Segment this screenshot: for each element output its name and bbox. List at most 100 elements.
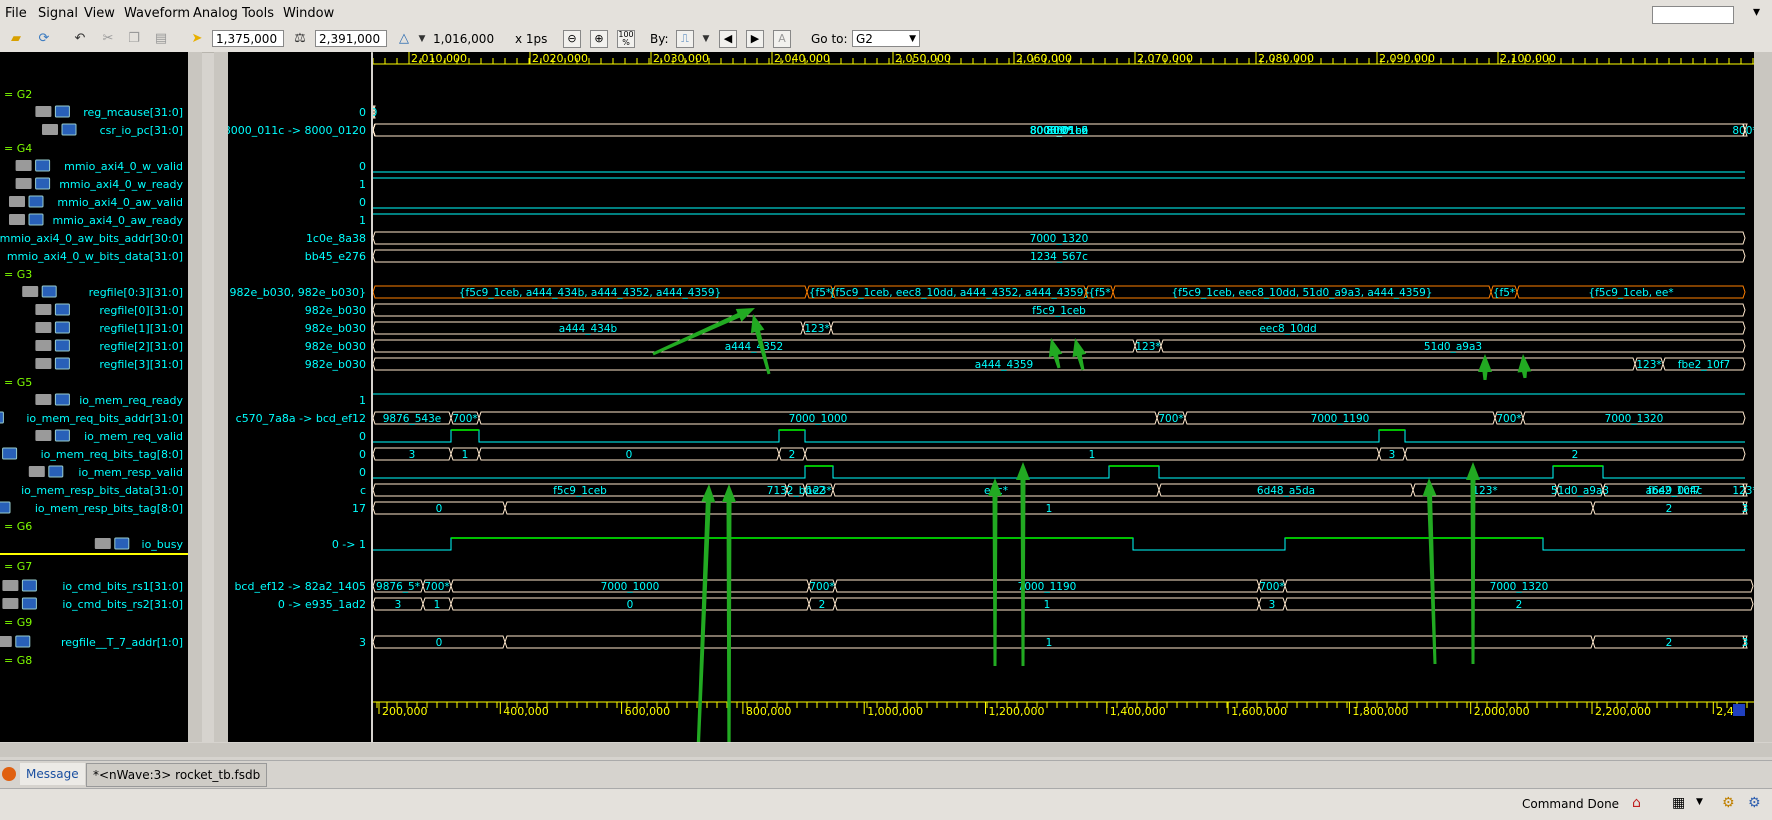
undo-icon[interactable]: ↶: [72, 31, 88, 47]
reload-icon[interactable]: ⟳: [36, 31, 52, 47]
tab-nwave[interactable]: *<nWave:3> rocket_tb.fsdb: [86, 763, 268, 787]
message-icon: [2, 767, 16, 781]
bus-value: 3: [395, 599, 402, 611]
signal-type-icon: [114, 537, 130, 550]
menu-window[interactable]: Window: [283, 6, 334, 21]
status-bar: Command Done ⌂ ▦ ▼ ⚙ ⚙: [0, 788, 1772, 820]
cursor1-field[interactable]: 1,375,000: [212, 30, 284, 47]
bus-segment: {f5*: [1085, 285, 1114, 299]
menu-signal[interactable]: Signal: [38, 6, 78, 21]
bus-value: 7000_1190: [1311, 413, 1370, 425]
bus-value: 700*: [1158, 413, 1183, 425]
signal-value: 982e_b030: [305, 340, 366, 353]
bus-value: 9876_5*: [376, 581, 420, 593]
bus-segment: fbe2_10f7: [1662, 357, 1746, 371]
search-edge-icon[interactable]: A: [773, 30, 791, 48]
bus-value: {f5c9_1ceb, a444_434b, a444_4352, a444_4…: [459, 287, 721, 299]
menu-analog[interactable]: Analog: [193, 6, 238, 21]
bus-segment: {f5c9_1ceb, eec8_10dd, 51d0_a9a3, a444_4…: [1112, 285, 1492, 299]
value-scrollbar-left[interactable]: [214, 52, 228, 742]
signal-name: mmio_axi4_0_aw_ready: [52, 214, 183, 227]
marker-icon[interactable]: ⚖: [292, 31, 308, 47]
signal-row: mmio_axi4_0_aw_ready: [9, 213, 183, 227]
bus-value: 700*: [809, 581, 834, 593]
tab-message[interactable]: Message: [20, 763, 85, 785]
menu-waveform[interactable]: Waveform: [124, 6, 190, 21]
annotation-arrow: [1072, 338, 1087, 371]
waveform-vertical-scrollbar[interactable]: [1754, 52, 1772, 742]
bus-value: f5c9_1ceb: [1032, 305, 1086, 317]
ruler-bottom-label: 1,000,000: [867, 705, 923, 718]
search-input[interactable]: [1652, 6, 1734, 24]
cut-icon[interactable]: ✂: [100, 31, 116, 47]
chevron-down-icon[interactable]: ▾: [1753, 4, 1760, 20]
signal-name: regfile[3][31:0]: [99, 358, 183, 371]
bus-value: 7000_1320: [1030, 233, 1089, 245]
signal-type-icon: [21, 579, 37, 592]
signal-kind-icon: [2, 598, 19, 609]
delta-icon: △: [399, 31, 409, 46]
signal-name: regfile[0:3][31:0]: [89, 286, 183, 299]
copy-icon[interactable]: ❐: [126, 31, 142, 47]
signal-type-icon: [0, 501, 11, 514]
bus-segment: 0: [372, 501, 506, 515]
goto-select[interactable]: G2 ▼: [852, 30, 920, 47]
bus-segment: 0: [372, 635, 506, 649]
bus-segment: 700*: [450, 411, 480, 425]
bus-segment: 3: [1378, 447, 1406, 461]
annotation-arrow: [988, 478, 1002, 666]
next-edge-icon[interactable]: ▶: [746, 30, 764, 48]
signal-value: bcd_ef12 -> 82a2_1405: [234, 580, 366, 593]
bus-segment: 9876_543e: [372, 411, 452, 425]
signal-kind-icon: [15, 178, 32, 189]
zoom-out-icon[interactable]: ⊖: [563, 30, 581, 48]
ruler-top-label: 2,070,000: [1137, 52, 1193, 65]
signal-name: mmio_axi4_0_w_bits_data[31:0]: [7, 250, 183, 263]
bus-value: {f5*: [1088, 287, 1110, 299]
bus-segment: eec8_10dd: [830, 321, 1746, 335]
ruler-bottom-label: 2,4: [1716, 705, 1734, 718]
menu-tools[interactable]: Tools: [242, 6, 274, 21]
bus-value: 1: [462, 449, 469, 461]
bus-value: 6d48_a5da: [1257, 485, 1315, 497]
bus-value: 0: [436, 503, 443, 515]
layout-icon[interactable]: ▦: [1672, 795, 1685, 811]
arrow-shape: [1048, 338, 1063, 369]
settings-icon[interactable]: ⚙: [1748, 795, 1761, 811]
bus-segment: 123*: [1634, 357, 1664, 371]
prev-edge-icon[interactable]: ◀: [719, 30, 737, 48]
signal-name: io_mem_resp_bits_data[31:0]: [21, 484, 183, 497]
horizontal-scrollbar[interactable]: [0, 743, 1772, 757]
chevron-down-icon[interactable]: ▼: [414, 31, 430, 47]
pulse-waveform: [373, 465, 1745, 479]
zoom-in-icon[interactable]: ⊕: [590, 30, 608, 48]
chevron-down-icon[interactable]: ▼: [1696, 797, 1703, 807]
ruler-bottom-label: 2,200,000: [1595, 705, 1651, 718]
group-label: = G7: [4, 560, 32, 573]
chevron-down-icon[interactable]: ▼: [698, 31, 714, 47]
paste-icon[interactable]: ▤: [153, 31, 169, 47]
edge-select-icon[interactable]: ⎍: [676, 30, 694, 48]
zoom-fit-icon[interactable]: 100%: [617, 30, 635, 48]
open-folder-icon[interactable]: ▰: [8, 31, 24, 47]
signal-kind-icon: [35, 358, 52, 369]
menu-view[interactable]: View: [84, 6, 115, 21]
bus-segment: 700*: [1156, 411, 1186, 425]
menu-file[interactable]: File: [5, 6, 27, 21]
signal-value: 0: [359, 430, 366, 443]
signal-name: mmio_axi4_0_w_ready: [59, 178, 183, 191]
cursor2-field[interactable]: 2,391,000: [315, 30, 387, 47]
signal-type-icon: [0, 411, 4, 424]
home-icon[interactable]: ⌂: [1632, 795, 1641, 811]
signal-type-icon: [54, 429, 70, 442]
signal-scrollbar[interactable]: [188, 52, 202, 742]
config-icon[interactable]: ⚙: [1722, 795, 1735, 811]
menu-bar: File Signal View Waveform Analog Tools W…: [0, 0, 1772, 26]
signal-name: regfile__T_7_addr[1:0]: [61, 636, 183, 649]
bus-value: 0: [436, 637, 443, 649]
cursor-icon[interactable]: ➤: [189, 31, 205, 47]
ruler-top-label: 2,090,000: [1379, 52, 1435, 65]
bus-value: fbe2_10f7: [1678, 359, 1731, 371]
bus-segment: 2: [808, 597, 836, 611]
ruler-bottom-label: 1,600,000: [1231, 705, 1287, 718]
